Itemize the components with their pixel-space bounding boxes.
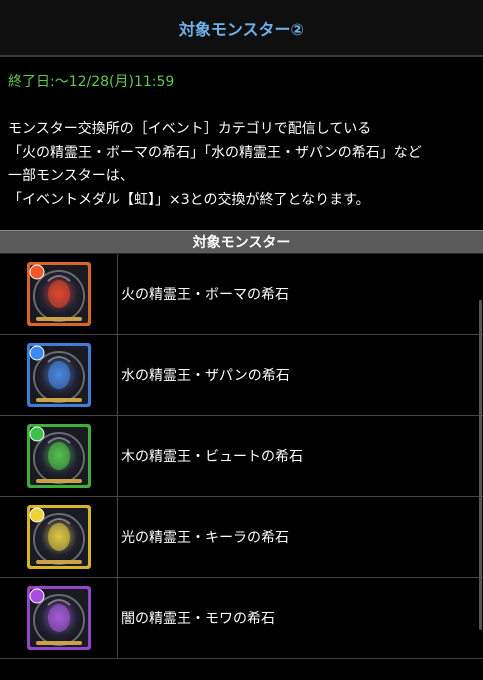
table-row: 水の精霊王・ザパンの希石 [0, 335, 483, 416]
description-line: 「イベントメダル【虹】」×3との交換が終了となります。 [8, 191, 370, 208]
monster-name: 火の精霊王・ボーマの希石 [121, 287, 289, 303]
monster-icon [26, 424, 91, 488]
monster-table: 対象モンスター 火の精霊王・ボーマの希石 水の精霊王・ザパンの希石 木の精霊王・ビュ… [0, 230, 483, 659]
table-row: 光の精霊王・キーラの希石 [0, 497, 483, 578]
table-header: 対象モンスター [0, 230, 483, 254]
icon-cell [0, 497, 118, 577]
monster-icon [26, 586, 91, 650]
monster-name: 木の精霊王・ビュートの希石 [121, 449, 303, 465]
wood-orb-icon [29, 426, 44, 442]
table-row: 木の精霊王・ビュートの希石 [0, 416, 483, 497]
page-title: 対象モンスター② [178, 19, 305, 39]
description-line: モンスター交換所の［イベント］カテゴリで配信している [8, 121, 372, 137]
icon-cell [0, 335, 118, 415]
table-row: 火の精霊王・ボーマの希石 [0, 254, 483, 335]
water-orb-icon [29, 345, 44, 361]
icon-cell [0, 578, 118, 658]
icon-cell [0, 254, 118, 334]
scrollbar[interactable] [479, 300, 482, 630]
monster-name: 闇の精霊王・モワの希石 [121, 611, 275, 627]
dark-orb-icon [29, 588, 44, 604]
monster-name: 水の精霊王・ザパンの希石 [121, 368, 290, 384]
monster-icon [26, 505, 91, 569]
deadline-text: 終了日:～12/28(月)11:59 [8, 74, 175, 90]
icon-cell [0, 416, 118, 496]
light-orb-icon [29, 507, 44, 523]
monster-name: 光の精霊王・キーラの希石 [121, 530, 289, 546]
monster-icon [26, 262, 91, 326]
title-bar: 対象モンスター② [0, 0, 483, 57]
fire-orb-icon [29, 264, 44, 280]
table-row: 闇の精霊王・モワの希石 [0, 578, 483, 659]
description: モンスター交換所の［イベント］カテゴリで配信している 「火の精霊王・ボーマの希石… [8, 118, 478, 212]
description-line: 「火の精霊王・ボーマの希石」「水の精霊王・ザパンの希石」など [8, 144, 422, 161]
description-line: 一部モンスターは、 [8, 168, 134, 184]
monster-icon [26, 343, 91, 407]
